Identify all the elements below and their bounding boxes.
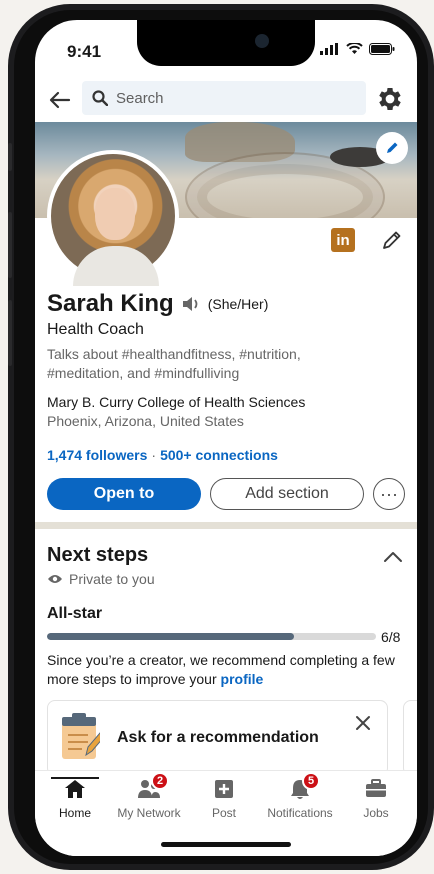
battery-icon (369, 43, 395, 55)
briefcase-icon (366, 779, 386, 797)
tab-post[interactable]: Post (184, 777, 264, 820)
app-screen: 9:41 Search in Sarah King (She/Her) Heal… (35, 20, 417, 856)
tab-label: Jobs (363, 806, 389, 820)
volume-up-button (8, 212, 12, 278)
school[interactable]: Mary B. Curry College of Health Sciences (47, 394, 305, 410)
status-icons (320, 43, 395, 55)
tab-label: Notifications (267, 806, 333, 820)
progress-fill (47, 633, 294, 640)
recommendation-message: Since you’re a creator, we recommend com… (47, 651, 397, 689)
tab-notifications[interactable]: 5 Notifications (260, 772, 340, 820)
followers-link[interactable]: 1,474 followers (47, 447, 147, 463)
front-camera (255, 34, 269, 48)
next-card-peek[interactable] (403, 700, 417, 776)
edit-banner-button[interactable] (376, 132, 408, 164)
card-title: Ask for a recommendation (117, 729, 319, 746)
chevron-up-icon[interactable] (381, 545, 405, 569)
headline: Health Coach (47, 321, 144, 338)
connections-link[interactable]: 500+ connections (160, 447, 278, 463)
separator-dot: · (151, 447, 157, 463)
progress-count: 6/8 (381, 629, 401, 645)
mute-switch (8, 143, 12, 171)
search-placeholder: Search (116, 89, 164, 107)
signal-icon (320, 43, 338, 55)
volume-down-button (8, 300, 12, 366)
recommendation-card[interactable]: Ask for a recommendation (47, 700, 388, 776)
profile-photo[interactable] (47, 150, 179, 286)
notifications-badge: 5 (302, 772, 320, 790)
tab-my-network[interactable]: 2 My Network (109, 772, 189, 820)
status-time: 9:41 (67, 42, 102, 61)
home-indicator (161, 842, 291, 847)
search-icon (92, 90, 108, 106)
pencil-icon (387, 142, 398, 153)
pronouns: (She/Her) (207, 296, 269, 312)
search-input[interactable]: Search (82, 81, 366, 115)
tab-jobs[interactable]: Jobs (336, 777, 416, 820)
tab-home[interactable]: Home (35, 777, 115, 820)
status-bar: 9:41 (35, 20, 417, 78)
profile-strength-level: All-star (47, 605, 103, 622)
home-icon (65, 780, 85, 798)
edit-profile-pencil-icon[interactable] (379, 227, 405, 253)
wifi-icon (346, 43, 363, 54)
linkedin-icon[interactable]: in (331, 228, 355, 252)
add-section-button[interactable]: Add section (210, 478, 364, 510)
next-steps-title: Next steps (47, 544, 149, 566)
tab-label: Home (58, 806, 91, 820)
tab-label: Post (211, 806, 236, 820)
more-options-button[interactable]: ··· (373, 478, 405, 510)
section-divider (35, 522, 417, 529)
gear-icon[interactable] (375, 84, 405, 114)
top-bar: Search (35, 78, 417, 120)
speaker-icon[interactable] (181, 295, 201, 313)
back-arrow-icon[interactable] (45, 85, 75, 115)
profile-link[interactable]: profile (221, 671, 264, 687)
name-row: Sarah King (She/Her) (47, 290, 268, 318)
open-to-button[interactable]: Open to (47, 478, 201, 510)
about-hashtags: Talks about #healthandfitness, #nutritio… (47, 346, 301, 381)
location: Phoenix, Arizona, United States (47, 413, 244, 429)
notch (137, 20, 315, 66)
private-text: Private to you (69, 571, 155, 587)
network-badge: 2 (151, 772, 169, 790)
avatar-face (95, 188, 135, 240)
post-icon (215, 780, 233, 798)
private-label: Private to you (47, 571, 155, 587)
eye-icon (48, 575, 62, 583)
tab-label: My Network (117, 806, 181, 820)
network-stats: 1,474 followers · 500+ connections (47, 447, 278, 463)
close-icon[interactable] (355, 715, 371, 731)
profile-name: Sarah King (47, 290, 174, 317)
clipboard-icon (62, 713, 100, 759)
avatar-shirt (73, 246, 159, 286)
profile-actions: Open to Add section ··· (47, 478, 405, 510)
profile-strength-progress (47, 633, 376, 640)
